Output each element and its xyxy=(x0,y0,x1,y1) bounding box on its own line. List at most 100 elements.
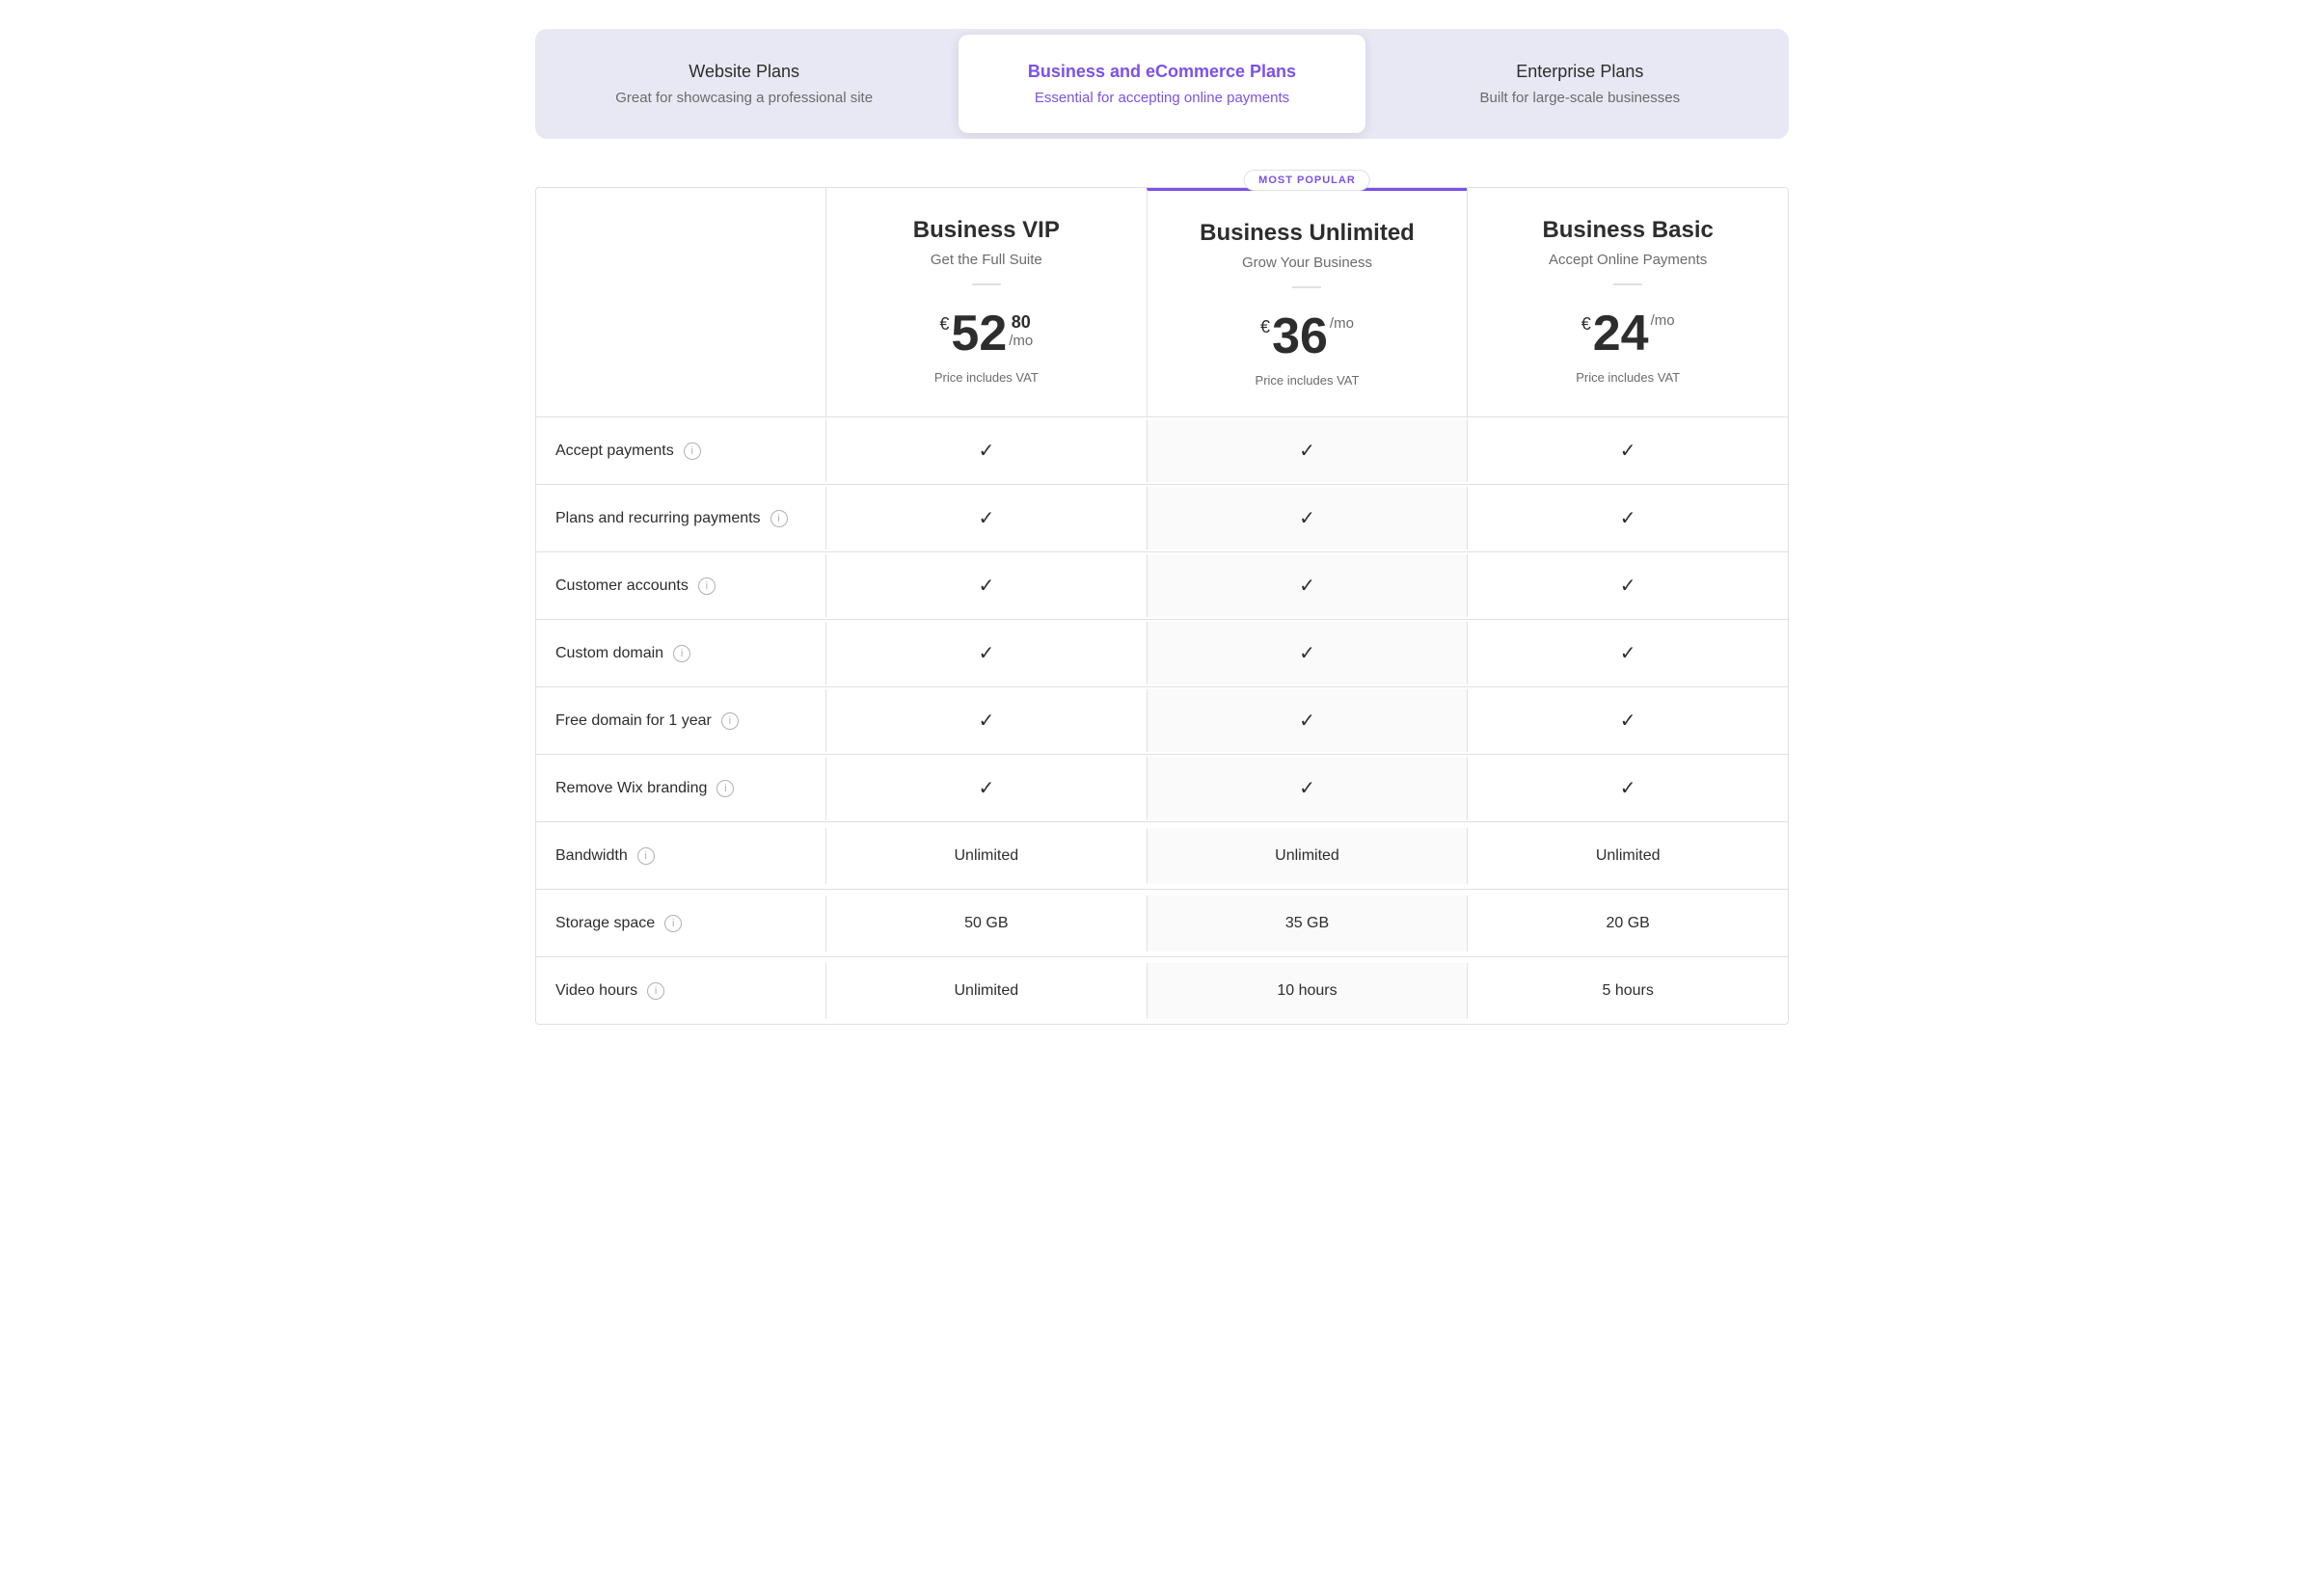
plan-unlimited-mo: /mo xyxy=(1330,315,1354,332)
feature-row: BandwidthiUnlimitedUnlimitedUnlimited xyxy=(536,821,1788,889)
plan-unlimited-decimal-mo: /mo xyxy=(1330,315,1354,332)
feature-value-5-2: ✓ xyxy=(1467,757,1788,819)
feature-value-7-1: 35 GB xyxy=(1147,896,1468,951)
info-icon-4[interactable]: i xyxy=(721,712,739,730)
plan-vip-vat: Price includes VAT xyxy=(934,370,1039,385)
checkmark-icon: ✓ xyxy=(978,641,994,665)
feature-label-cell-7: Storage spacei xyxy=(536,896,825,951)
feature-row: Plans and recurring payments i ✓ ✓ ✓ xyxy=(536,484,1788,551)
checkmark-icon: ✓ xyxy=(978,439,994,463)
feature-row: Storage spacei50 GB35 GB20 GB xyxy=(536,889,1788,956)
feature-value-1-0: ✓ xyxy=(825,487,1147,549)
feature-label-2: Customer accounts xyxy=(555,577,689,595)
feature-label-cell-3: Custom domaini xyxy=(536,626,825,682)
feature-label-cell-6: Bandwidthi xyxy=(536,828,825,884)
tabs-bar: Website Plans Great for showcasing a pro… xyxy=(535,29,1789,139)
tab-business[interactable]: Business and eCommerce Plans Essential f… xyxy=(959,35,1365,133)
feature-label-cell-4: Free domain for 1 year i xyxy=(536,693,825,749)
tab-enterprise-subtitle: Built for large-scale businesses xyxy=(1480,90,1681,106)
checkmark-icon: ✓ xyxy=(978,709,994,733)
feature-rows-container: Accept paymentsi✓✓✓Plans and recurring p… xyxy=(536,416,1788,1024)
checkmark-icon: ✓ xyxy=(1299,574,1315,598)
checkmark-icon: ✓ xyxy=(978,776,994,800)
plan-header-basic: Business Basic Accept Online Payments € … xyxy=(1467,188,1788,416)
feature-value-1-1: ✓ xyxy=(1147,487,1468,549)
feature-label-4: Free domain for 1 year xyxy=(555,712,712,730)
tab-enterprise[interactable]: Enterprise Plans Built for large-scale b… xyxy=(1377,35,1783,133)
feature-value-4-0: ✓ xyxy=(825,689,1147,752)
feature-value-3-1: ✓ xyxy=(1147,622,1468,684)
feature-value-8-0: Unlimited xyxy=(825,963,1147,1019)
plan-vip-name: Business VIP xyxy=(913,217,1060,244)
plan-basic-vat: Price includes VAT xyxy=(1576,370,1680,385)
plan-vip-divider xyxy=(972,283,1001,285)
plan-basic-mo: /mo xyxy=(1651,312,1675,329)
feature-value-8-1: 10 hours xyxy=(1147,963,1468,1019)
plan-unlimited-tagline: Grow Your Business xyxy=(1242,255,1372,271)
tab-business-title: Business and eCommerce Plans xyxy=(1028,62,1296,82)
checkmark-icon: ✓ xyxy=(1299,709,1315,733)
info-icon-7[interactable]: i xyxy=(664,915,682,932)
feature-label-5: Remove Wix branding xyxy=(555,780,707,797)
tab-website[interactable]: Website Plans Great for showcasing a pro… xyxy=(541,35,947,133)
plan-basic-name: Business Basic xyxy=(1542,217,1713,244)
feature-value-5-0: ✓ xyxy=(825,757,1147,819)
feature-label-cell-1: Plans and recurring payments i xyxy=(536,491,825,547)
feature-row: Free domain for 1 year i ✓ ✓ ✓ xyxy=(536,686,1788,754)
feature-label-0: Accept payments xyxy=(555,442,674,460)
info-icon-1[interactable]: i xyxy=(770,510,788,527)
feature-value-7-2: 20 GB xyxy=(1467,896,1788,951)
plan-header-unlimited: MOST POPULAR Business Unlimited Grow You… xyxy=(1147,188,1468,416)
plan-vip-tagline: Get the Full Suite xyxy=(931,252,1042,268)
feature-row: Video hoursiUnlimited10 hours5 hours xyxy=(536,956,1788,1024)
plan-basic-price-block: € 24 /mo xyxy=(1581,308,1675,359)
checkmark-icon: ✓ xyxy=(1620,709,1636,733)
plan-unlimited-price-block: € 36 /mo xyxy=(1260,311,1354,362)
checkmark-icon: ✓ xyxy=(1620,574,1636,598)
feature-label-cell-8: Video hours i xyxy=(536,963,825,1019)
checkmark-icon: ✓ xyxy=(1299,776,1315,800)
feature-value-4-1: ✓ xyxy=(1147,689,1468,752)
info-icon-2[interactable]: i xyxy=(698,577,716,595)
plan-vip-decimal: 80 xyxy=(1009,312,1033,333)
info-icon-6[interactable]: i xyxy=(637,847,655,865)
checkmark-icon: ✓ xyxy=(978,506,994,530)
feature-value-0-0: ✓ xyxy=(825,419,1147,482)
checkmark-icon: ✓ xyxy=(1299,641,1315,665)
info-icon-5[interactable]: i xyxy=(716,780,734,797)
feature-row: Accept payments i ✓ ✓ ✓ xyxy=(536,416,1788,484)
checkmark-icon: ✓ xyxy=(1620,506,1636,530)
feature-label-cell-5: Remove Wix branding i xyxy=(536,761,825,817)
checkmark-icon: ✓ xyxy=(1299,439,1315,463)
header-row: Business VIP Get the Full Suite € 52 80 … xyxy=(536,188,1788,416)
feature-value-1-2: ✓ xyxy=(1467,487,1788,549)
feature-value-3-2: ✓ xyxy=(1467,622,1788,684)
plan-unlimited-divider xyxy=(1292,286,1321,288)
plan-vip-decimal-mo: 80 /mo xyxy=(1009,312,1033,349)
feature-label-cell-0: Accept payments i xyxy=(536,423,825,479)
plan-unlimited-vat: Price includes VAT xyxy=(1256,373,1360,388)
most-popular-badge: MOST POPULAR xyxy=(1244,170,1370,191)
plan-basic-amount: 24 xyxy=(1593,308,1649,359)
page-wrapper: Website Plans Great for showcasing a pro… xyxy=(516,0,1808,1054)
tab-website-title: Website Plans xyxy=(689,62,799,82)
feature-value-7-0: 50 GB xyxy=(825,896,1147,951)
feature-value-0-2: ✓ xyxy=(1467,419,1788,482)
feature-row: Customer accounts i ✓ ✓ ✓ xyxy=(536,551,1788,619)
feature-value-6-2: Unlimited xyxy=(1467,828,1788,884)
feature-value-2-0: ✓ xyxy=(825,554,1147,617)
feature-row: Remove Wix branding i ✓ ✓ ✓ xyxy=(536,754,1788,821)
feature-label-1: Plans and recurring payments xyxy=(555,510,761,527)
feature-label-cell-2: Customer accounts i xyxy=(536,558,825,614)
checkmark-icon: ✓ xyxy=(1299,506,1315,530)
plan-vip-mo: /mo xyxy=(1009,333,1033,349)
plan-basic-tagline: Accept Online Payments xyxy=(1549,252,1707,268)
feature-label-8: Video hours xyxy=(555,982,637,1000)
info-icon-8[interactable]: i xyxy=(647,982,664,1000)
tab-enterprise-title: Enterprise Plans xyxy=(1516,62,1643,82)
info-icon-3[interactable]: i xyxy=(673,645,690,662)
checkmark-icon: ✓ xyxy=(978,574,994,598)
info-icon-0[interactable]: i xyxy=(684,442,701,460)
tab-website-subtitle: Great for showcasing a professional site xyxy=(615,90,873,106)
plan-basic-decimal-mo: /mo xyxy=(1651,312,1675,329)
